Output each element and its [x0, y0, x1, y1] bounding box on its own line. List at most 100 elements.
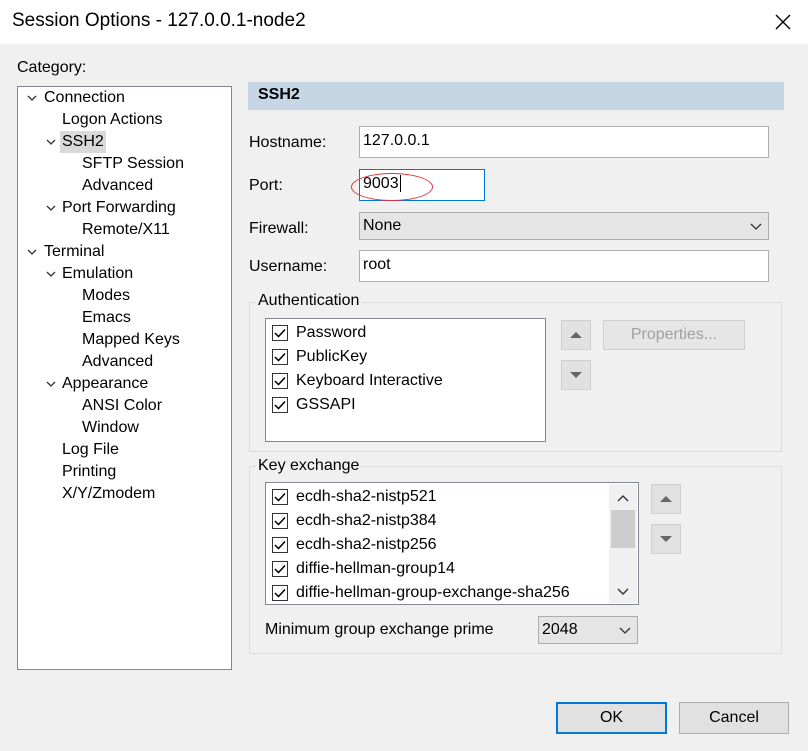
authentication-list: Password PublicKey Keyboard Interactive …: [265, 318, 546, 442]
tree-item-remote-x11[interactable]: Remote/X11: [80, 219, 172, 241]
list-item[interactable]: diffie-hellman-group14: [272, 557, 455, 581]
cancel-button[interactable]: Cancel: [679, 702, 789, 734]
close-icon: [775, 14, 791, 30]
triangle-down-icon: [570, 372, 582, 378]
list-item[interactable]: PublicKey: [272, 345, 367, 369]
list-item-label: ecdh-sha2-nistp384: [296, 512, 437, 529]
tree-item-mapped-keys[interactable]: Mapped Keys: [80, 329, 182, 351]
checkbox-checked-icon[interactable]: [272, 513, 288, 529]
chevron-down-icon[interactable]: [45, 263, 57, 285]
key-exchange-list: ecdh-sha2-nistp521 ecdh-sha2-nistp384 ec…: [265, 482, 639, 605]
list-item-label: Password: [296, 324, 367, 341]
hostname-label: Hostname:: [249, 134, 327, 151]
panel-title: SSH2: [258, 86, 300, 103]
title-bar: Session Options - 127.0.0.1-node2: [0, 0, 808, 44]
checkbox-checked-icon[interactable]: [272, 325, 288, 341]
tree-item-label: Logon Actions: [62, 111, 163, 128]
checkbox-checked-icon[interactable]: [272, 373, 288, 389]
tree-item-ansi-color[interactable]: ANSI Color: [80, 395, 164, 417]
list-item[interactable]: ecdh-sha2-nistp521: [272, 485, 437, 509]
chevron-up-icon[interactable]: [609, 486, 637, 510]
min-prime-select[interactable]: 2048: [538, 616, 638, 644]
tree-item-label: Port Forwarding: [62, 199, 176, 216]
category-label: Category:: [17, 59, 87, 76]
tree-item-xyzmodem[interactable]: X/Y/Zmodem: [60, 483, 157, 505]
tree-item-log-file[interactable]: Log File: [60, 439, 121, 461]
key-exchange-title: Key exchange: [256, 457, 362, 475]
tree-item-label: Window: [82, 419, 139, 436]
auth-move-up-button[interactable]: [561, 320, 591, 350]
tree-item-label: Emulation: [62, 265, 134, 282]
chevron-down-icon[interactable]: [609, 579, 637, 603]
hostname-input[interactable]: 127.0.0.1: [359, 126, 769, 158]
tree-item-label: Appearance: [62, 375, 149, 392]
port-input[interactable]: 9003: [359, 169, 485, 201]
tree-item-label: Terminal: [44, 243, 105, 260]
checkbox-checked-icon[interactable]: [272, 561, 288, 577]
list-item[interactable]: Keyboard Interactive: [272, 369, 443, 393]
tree-item-label: Advanced: [82, 353, 154, 370]
checkbox-checked-icon[interactable]: [272, 349, 288, 365]
tree-item-label: Connection: [44, 89, 125, 106]
firewall-value: None: [363, 217, 402, 234]
username-input[interactable]: root: [359, 250, 769, 282]
chevron-down-icon: [619, 617, 631, 643]
checkbox-checked-icon[interactable]: [272, 397, 288, 413]
tree-item-label: Modes: [82, 287, 131, 304]
chevron-down-icon[interactable]: [26, 241, 38, 263]
tree-item-printing[interactable]: Printing: [60, 461, 118, 483]
scrollbar-thumb[interactable]: [611, 510, 635, 548]
properties-button[interactable]: Properties...: [603, 320, 745, 350]
list-item[interactable]: GSSAPI: [272, 393, 356, 417]
tree-item-logon-actions[interactable]: Logon Actions: [60, 109, 165, 131]
tree-item-modes[interactable]: Modes: [80, 285, 132, 307]
chevron-down-icon: [750, 213, 762, 239]
chevron-down-icon[interactable]: [45, 197, 57, 219]
ok-button[interactable]: OK: [556, 702, 667, 734]
chevron-down-icon[interactable]: [45, 131, 57, 153]
tree-item-label: Mapped Keys: [82, 331, 180, 348]
firewall-label: Firewall:: [249, 220, 309, 237]
list-item-label: ecdh-sha2-nistp256: [296, 536, 437, 553]
tree-item-label: Log File: [62, 441, 119, 458]
tree-item-emulation-advanced[interactable]: Advanced: [80, 351, 155, 373]
triangle-down-icon: [660, 536, 672, 542]
tree-item-ssh2-advanced[interactable]: Advanced: [80, 175, 155, 197]
port-value: 9003: [363, 175, 399, 192]
tree-item-sftp-session[interactable]: SFTP Session: [80, 153, 186, 175]
list-item[interactable]: diffie-hellman-group-exchange-sha256: [272, 581, 570, 604]
panel-header: SSH2: [248, 82, 784, 110]
list-item[interactable]: ecdh-sha2-nistp384: [272, 509, 437, 533]
tree-item-label: Emacs: [82, 309, 131, 326]
tree-item-label: SSH2: [60, 131, 106, 153]
authentication-title: Authentication: [256, 292, 362, 310]
checkbox-checked-icon[interactable]: [272, 537, 288, 553]
triangle-up-icon: [660, 496, 672, 502]
chevron-down-icon[interactable]: [26, 87, 38, 109]
username-label: Username:: [249, 258, 328, 275]
checkbox-checked-icon[interactable]: [272, 489, 288, 505]
checkbox-checked-icon[interactable]: [272, 585, 288, 601]
chevron-down-icon[interactable]: [45, 373, 57, 395]
kex-move-down-button[interactable]: [651, 524, 681, 554]
list-item[interactable]: Password: [272, 321, 366, 345]
key-exchange-scrollbar[interactable]: [609, 484, 637, 603]
tree-item-emacs[interactable]: Emacs: [80, 307, 133, 329]
list-item-label: GSSAPI: [296, 396, 356, 413]
list-item-label: diffie-hellman-group-exchange-sha256: [296, 584, 570, 601]
firewall-select[interactable]: None: [359, 212, 769, 240]
tree-item-label: Printing: [62, 463, 117, 480]
category-tree: Connection Logon Actions SSH2 SFTP Sessi…: [17, 86, 232, 670]
min-prime-value: 2048: [542, 621, 578, 638]
tree-item-label: ANSI Color: [82, 397, 163, 414]
list-item-label: diffie-hellman-group14: [296, 560, 455, 577]
list-item[interactable]: ecdh-sha2-nistp256: [272, 533, 437, 557]
kex-move-up-button[interactable]: [651, 484, 681, 514]
auth-move-down-button[interactable]: [561, 360, 591, 390]
min-prime-label: Minimum group exchange prime: [265, 621, 494, 638]
tree-item-label: Remote/X11: [82, 221, 170, 238]
tree-item-window[interactable]: Window: [80, 417, 141, 439]
port-label: Port:: [249, 177, 283, 194]
close-button[interactable]: [766, 6, 800, 38]
list-item-label: PublicKey: [296, 348, 368, 365]
